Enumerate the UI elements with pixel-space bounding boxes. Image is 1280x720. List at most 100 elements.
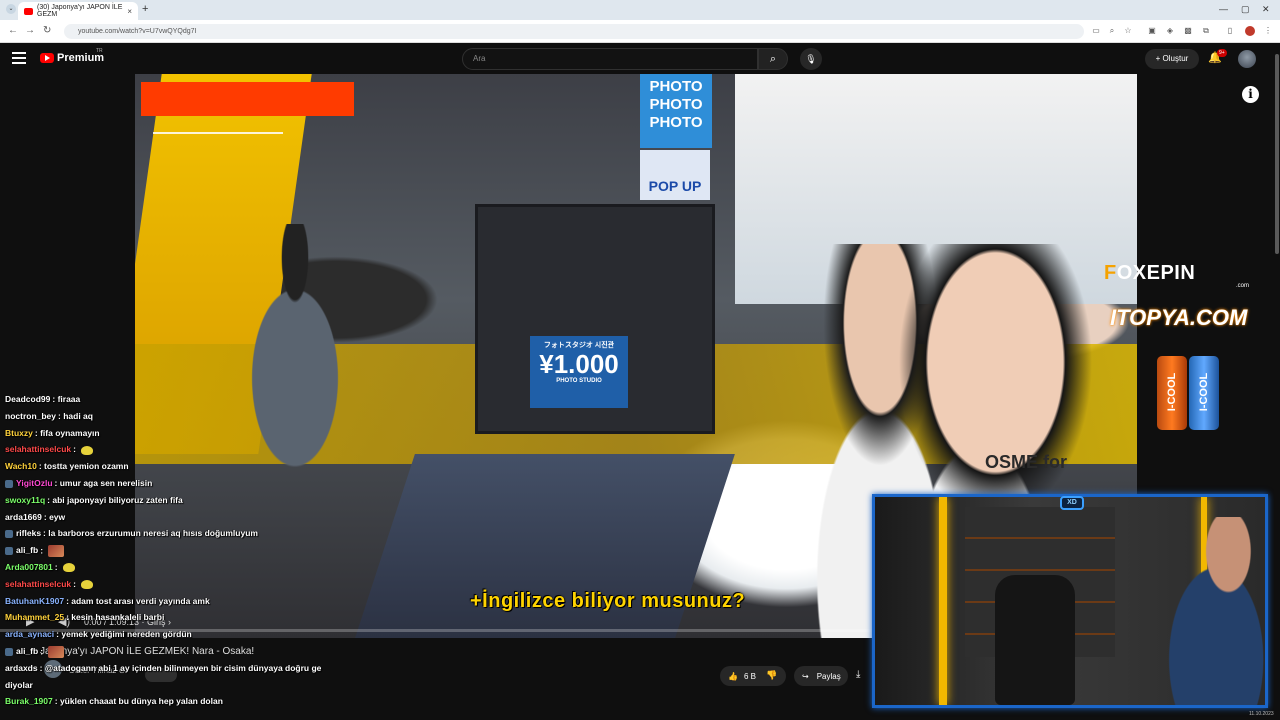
price-sign: フォトスタジオ 시진관 ¥1.000 PHOTO STUDIO: [530, 336, 628, 408]
chat-message: swoxy11q: abi japonyayi biliyoruz zaten …: [5, 495, 183, 505]
itopya-sponsor-logo: ITOPYA.COM: [1110, 305, 1248, 330]
energy-drink-can: I-COOL: [1189, 356, 1219, 430]
reload-icon[interactable]: ↻: [43, 25, 51, 36]
new-tab-button[interactable]: +: [142, 3, 148, 15]
chat-emote-icon: [81, 445, 94, 455]
create-button[interactable]: + Oluştur: [1145, 49, 1199, 69]
chat-message: arda_aynaci: yemek yediğimi nereden görd…: [5, 629, 192, 639]
search-icon[interactable]: ⌕: [758, 48, 788, 70]
browser-tab-title: (30) Japonya'yı JAPON İLE GEZM: [37, 4, 123, 18]
url-input[interactable]: youtube.com/watch?v=U7vwQYQdg7I: [64, 24, 1084, 39]
video-scene-person: [220, 224, 370, 504]
chat-username: arda1669: [5, 511, 42, 522]
tab-close-icon[interactable]: ×: [127, 7, 132, 16]
tab-search-icon[interactable]: ⌄: [6, 4, 16, 14]
chat-badge-icon: [5, 547, 13, 556]
account-avatar[interactable]: [1238, 50, 1256, 68]
youtube-logo-icon[interactable]: [40, 53, 54, 63]
share-icon: ↪: [802, 671, 809, 681]
chat-message: diyolar: [5, 680, 33, 690]
chat-emote-icon: [81, 580, 94, 590]
chat-username: noctron_bey: [5, 410, 57, 421]
like-count: 6 B: [743, 671, 756, 681]
overlay-line: [153, 132, 283, 134]
chat-username: ali_fb: [16, 545, 39, 556]
chat-message: Burak_1907: yüklen chaaat bu dünya hep y…: [5, 696, 223, 706]
browser-tab[interactable]: (30) Japonya'yı JAPON İLE GEZM ×: [18, 2, 138, 20]
chat-message: ali_fb:: [5, 646, 65, 658]
chat-message: Muhammet_25: kesin hasankaleli barbi: [5, 612, 164, 622]
profile-avatar[interactable]: [1245, 26, 1255, 36]
info-icon[interactable]: i: [1242, 86, 1259, 103]
extension-icon[interactable]: ▩: [1183, 26, 1193, 36]
chat-text: adam tost arası verdi yayında amk: [71, 595, 210, 606]
chat-username: arda_aynaci: [5, 629, 55, 640]
chat-username: Burak_1907: [5, 696, 53, 707]
extensions-puzzle-icon[interactable]: ⧉: [1201, 26, 1211, 36]
chat-message: ardaxds: @atadogann abi 1 ay içinden bil…: [5, 663, 321, 673]
chat-username: Muhammet_25: [5, 612, 65, 623]
chat-emote-icon: [48, 545, 65, 558]
country-code: TR: [96, 48, 103, 54]
download-icon[interactable]: ⤓: [856, 669, 860, 680]
chat-message: selahattinselcuk:: [5, 579, 94, 590]
webcam-streamer: [1143, 517, 1265, 705]
chat-text: yemek yediğimi nereden gördün: [61, 629, 192, 640]
chat-text: kesin hasankaleli barbi: [71, 612, 165, 623]
chat-emote-icon: [48, 646, 65, 658]
chat-text: tostta yemion ozamn: [44, 461, 129, 472]
foxepin-domain: .com: [1236, 283, 1250, 289]
chat-separator: :: [54, 562, 60, 572]
share-button[interactable]: ↪ Paylaş: [794, 666, 848, 686]
chat-message: Btuxzy: fifa oynamayın: [5, 428, 100, 438]
chat-badge-icon: [5, 530, 13, 539]
search-input[interactable]: Ara: [462, 48, 758, 70]
scrollbar-thumb[interactable]: [1275, 54, 1279, 254]
thumbs-down-icon[interactable]: 👎: [766, 670, 777, 681]
chat-username: rifleks: [16, 528, 42, 539]
browser-menu-icon[interactable]: ⋮: [1263, 26, 1273, 36]
chat-message: Arda007801:: [5, 562, 75, 573]
video-title: Japonya'yı JAPON İLE GEZMEK! Nara - Osak…: [40, 646, 255, 657]
cast-icon[interactable]: ▭: [1091, 26, 1101, 36]
chat-message: BatuhanK1907: adam tost arası verdi yayı…: [5, 596, 210, 606]
popup-poster: POP UP: [640, 150, 710, 200]
chat-username: swoxy11q: [5, 494, 46, 505]
chat-username: selahattinselcuk: [5, 444, 72, 455]
bookmark-star-icon[interactable]: ☆: [1123, 26, 1133, 36]
overlay-red-bar: [141, 82, 354, 116]
chat-username: Deadcod99: [5, 394, 51, 404]
chat-message: YigitOzlu: umur aga sen nerelisin: [5, 478, 152, 488]
browser-tab-bar: [0, 0, 1280, 20]
chat-separator: :: [40, 545, 46, 556]
extension-icon[interactable]: ▣: [1147, 26, 1157, 36]
chat-username: ardaxds: [5, 662, 38, 673]
menu-icon[interactable]: [12, 52, 26, 64]
chat-text: @atadogann abi 1 ay içinden bilinmeyen b…: [44, 662, 322, 673]
chat-separator: :: [73, 444, 79, 455]
maximize-button[interactable]: ▢: [1241, 4, 1250, 15]
minimize-button[interactable]: —: [1219, 4, 1228, 14]
energy-drink-can: I-COOL: [1157, 356, 1187, 430]
notification-badge: 9+: [1217, 49, 1227, 57]
microphone-icon[interactable]: 🎙: [800, 48, 822, 70]
store-sign: OSME for: [985, 452, 1068, 472]
sidebar-icon[interactable]: ▯: [1225, 26, 1235, 36]
forward-icon[interactable]: →: [25, 25, 35, 36]
chat-message: noctron_bey: hadi aq: [5, 411, 93, 421]
webcam-logo: XD: [1060, 496, 1084, 510]
chat-message: rifleks: la barboros erzurumun neresi aq…: [5, 528, 258, 538]
price-sign-jp: フォトスタジオ 시진관: [543, 342, 615, 349]
zoom-icon[interactable]: ⌕: [1107, 26, 1117, 36]
chat-username: ali_fb: [16, 646, 39, 657]
close-window-button[interactable]: ✕: [1262, 4, 1270, 15]
chat-text: eyw: [49, 511, 66, 522]
back-icon[interactable]: ←: [8, 25, 18, 36]
chat-text: abi japonyayi biliyoruz zaten fifa: [52, 494, 183, 505]
chat-message: Wach10: tostta yemion ozamn: [5, 461, 129, 471]
chat-separator: :: [40, 646, 46, 657]
foxepin-sponsor-logo: FOXEPIN: [1104, 262, 1196, 284]
extension-icon[interactable]: ◈: [1165, 26, 1175, 36]
photo-poster: PHOTO PHOTO PHOTO: [640, 74, 712, 148]
chat-text: fifa oynamayın: [40, 427, 100, 438]
